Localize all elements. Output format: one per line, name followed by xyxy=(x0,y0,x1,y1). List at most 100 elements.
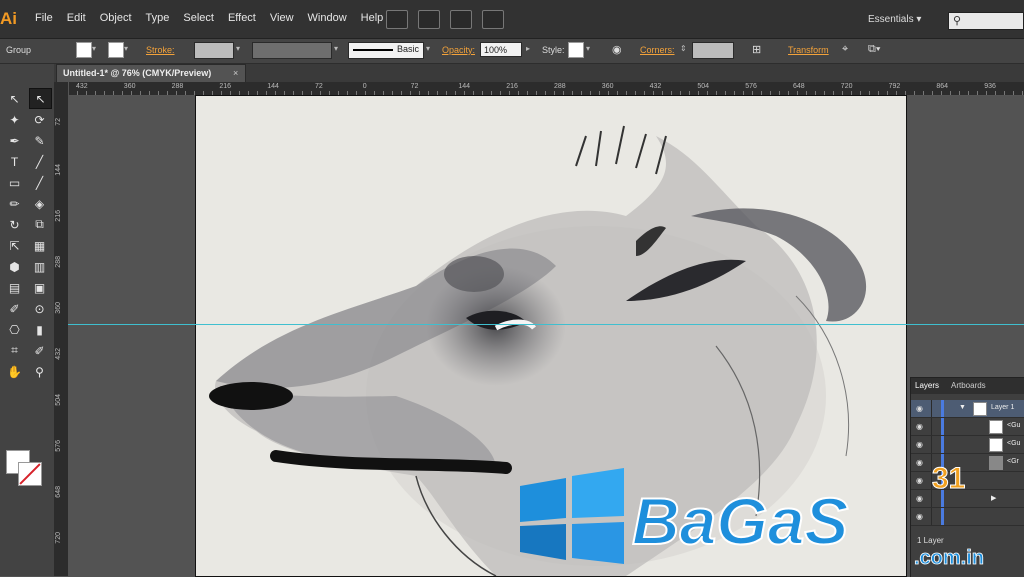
search-field[interactable]: ⚲ xyxy=(948,12,1024,30)
sync-icon[interactable] xyxy=(482,10,504,29)
free-transform-tool-icon[interactable]: ▦ xyxy=(29,236,50,255)
opacity-label[interactable]: Opacity: xyxy=(442,45,475,55)
chevron-down-icon[interactable]: ▾ xyxy=(586,44,590,53)
layer-name[interactable]: <Gu xyxy=(1007,422,1020,429)
document-tab-bar: Untitled-1* @ 76% (CMYK/Preview) × xyxy=(54,64,1024,82)
graphic-style-swatch[interactable] xyxy=(568,42,584,58)
horizontal-ruler-labels: 432 360 288 216 144 72 0 72 144 216 288 360 432 504 57… xyxy=(68,82,1024,95)
eye-icon[interactable]: ◉ xyxy=(916,422,923,431)
ruler-label: 144 xyxy=(458,83,471,90)
paintbrush-tool-icon[interactable]: ╱ xyxy=(29,173,50,192)
expand-icon[interactable]: ▼ xyxy=(959,404,966,411)
magic-wand-tool-icon[interactable]: ✦ xyxy=(4,110,25,129)
ruler-label: 504 xyxy=(697,83,710,90)
eye-icon[interactable]: ◉ xyxy=(916,404,923,413)
expand-icon[interactable]: ▶ xyxy=(991,494,996,502)
ruler-label: 936 xyxy=(984,83,996,90)
gradient-tool-icon[interactable]: ▣ xyxy=(29,278,50,297)
layer-row[interactable]: ◉ <Gu xyxy=(911,436,1024,454)
direct-selection-tool-icon[interactable]: ↖ xyxy=(29,88,52,109)
scale-tool-icon[interactable]: ⧉ xyxy=(29,215,50,234)
chevron-right-icon[interactable]: ▸ xyxy=(526,44,530,53)
corners-field[interactable] xyxy=(692,42,734,59)
fill-stroke-widget[interactable] xyxy=(6,450,46,490)
isolate-group-icon[interactable]: ⌖ xyxy=(842,43,848,56)
pencil-tool-icon[interactable]: ✏ xyxy=(4,194,25,213)
ruler-label: 720 xyxy=(840,83,853,90)
menu-edit[interactable]: Edit xyxy=(60,12,93,24)
layer-name[interactable]: Layer 1 xyxy=(991,404,1014,411)
pen-tool-icon[interactable]: ✒ xyxy=(4,131,25,150)
symbol-sprayer-tool-icon[interactable]: ⎔ xyxy=(4,320,25,339)
recolor-artwork-icon[interactable]: ◉ xyxy=(612,43,622,56)
horizontal-guide[interactable] xyxy=(68,324,1024,325)
tool-grid: ↖ ↖ ✦ ⟳ ✒ ✎ T ╱ ▭ ╱ ✏ ◈ ↻ ⧉ ⇱ ▦ ⬢ ▥ ▤ ▣ ✐ ⊙ ⎔ ▮ ⌗ ✐ ✋ ⚲ xyxy=(0,88,54,382)
corners-label[interactable]: Corners: xyxy=(640,45,675,55)
column-graph-tool-icon[interactable]: ▮ xyxy=(29,320,50,339)
horizontal-ruler[interactable]: 432 360 288 216 144 72 0 72 144 216 288 360 432 504 57… xyxy=(68,82,1024,96)
chevron-down-icon[interactable]: ▾ xyxy=(426,44,430,53)
shape-builder-tool-icon[interactable]: ⬢ xyxy=(4,257,25,276)
menu-help[interactable]: Help xyxy=(354,12,391,24)
artboard-tool-icon[interactable]: ⌗ xyxy=(4,341,25,360)
zoom-tool-icon[interactable]: ⚲ xyxy=(29,362,50,381)
menu-type[interactable]: Type xyxy=(139,12,177,24)
menu-view[interactable]: View xyxy=(263,12,301,24)
rectangle-tool-icon[interactable]: ▭ xyxy=(4,173,25,192)
menu-window[interactable]: Window xyxy=(301,12,354,24)
bridge-icon[interactable] xyxy=(386,10,408,29)
eyedropper-tool-icon[interactable]: ✐ xyxy=(4,299,25,318)
chevron-down-icon[interactable]: ▾ xyxy=(334,44,338,53)
curvature-tool-icon[interactable]: ✎ xyxy=(29,131,50,150)
line-segment-tool-icon[interactable]: ╱ xyxy=(29,152,50,171)
menu-select[interactable]: Select xyxy=(176,12,221,24)
stroke-label[interactable]: Stroke: xyxy=(146,45,175,55)
lasso-tool-icon[interactable]: ⟳ xyxy=(29,110,50,129)
blend-tool-icon[interactable]: ⊙ xyxy=(29,299,50,318)
layer-color-bar xyxy=(941,400,944,417)
stroke-weight-field[interactable] xyxy=(194,42,234,59)
transform-label[interactable]: Transform xyxy=(788,45,829,55)
layer-name[interactable]: <Gu xyxy=(1007,440,1020,447)
workspace-switcher[interactable]: Essentials ▾ xyxy=(868,14,921,25)
align-icon[interactable]: ⊞ xyxy=(752,43,761,56)
arrange-documents-icon[interactable] xyxy=(418,10,440,29)
tab-layers[interactable]: Layers xyxy=(915,381,939,390)
tool-row: ⇱ ▦ xyxy=(0,235,54,256)
type-tool-icon[interactable]: T xyxy=(4,152,25,171)
stroke-color-icon[interactable] xyxy=(18,462,42,486)
eraser-tool-icon[interactable]: ◈ xyxy=(29,194,50,213)
mesh-tool-icon[interactable]: ▤ xyxy=(4,278,25,297)
selection-tool-icon[interactable]: ↖ xyxy=(4,89,25,108)
vertical-ruler[interactable]: 72 144 216 288 360 432 504 576 648 720 xyxy=(54,82,69,576)
menu-object[interactable]: Object xyxy=(93,12,139,24)
layer-name[interactable]: <Gr xyxy=(1007,458,1019,465)
stepper-icon[interactable]: ⇕ xyxy=(680,44,687,53)
hand-tool-icon[interactable]: ✋ xyxy=(4,362,25,381)
document-tab[interactable]: Untitled-1* @ 76% (CMYK/Preview) × xyxy=(56,64,246,82)
brush-definition[interactable]: Basic xyxy=(348,42,424,59)
chevron-down-icon[interactable]: ▾ xyxy=(92,44,96,53)
menu-list: File Edit Object Type Select Effect View… xyxy=(28,12,390,24)
eye-icon[interactable]: ◉ xyxy=(916,440,923,449)
opacity-field[interactable]: 100% xyxy=(480,42,522,57)
gpu-performance-icon[interactable] xyxy=(450,10,472,29)
variable-width-field[interactable] xyxy=(252,42,332,59)
fill-swatch[interactable] xyxy=(76,42,92,58)
width-tool-icon[interactable]: ⇱ xyxy=(4,236,25,255)
layer-row[interactable]: ◉ ▼ Layer 1 xyxy=(911,400,1024,418)
menu-effect[interactable]: Effect xyxy=(221,12,263,24)
chevron-down-icon[interactable]: ▾ xyxy=(124,44,128,53)
menu-file[interactable]: File xyxy=(28,12,60,24)
perspective-grid-tool-icon[interactable]: ▥ xyxy=(29,257,50,276)
panel-menu-icon[interactable]: ⧉▾ xyxy=(868,43,880,56)
rotate-tool-icon[interactable]: ↻ xyxy=(4,215,25,234)
tab-artboards[interactable]: Artboards xyxy=(951,381,986,390)
stroke-swatch[interactable] xyxy=(108,42,124,58)
layer-row[interactable]: ◉ <Gu xyxy=(911,418,1024,436)
ruler-label: 144 xyxy=(267,83,279,90)
chevron-down-icon[interactable]: ▾ xyxy=(236,44,240,53)
layer-color-bar xyxy=(941,436,944,453)
close-icon[interactable]: × xyxy=(233,68,238,78)
slice-tool-icon[interactable]: ✐ xyxy=(29,341,50,360)
